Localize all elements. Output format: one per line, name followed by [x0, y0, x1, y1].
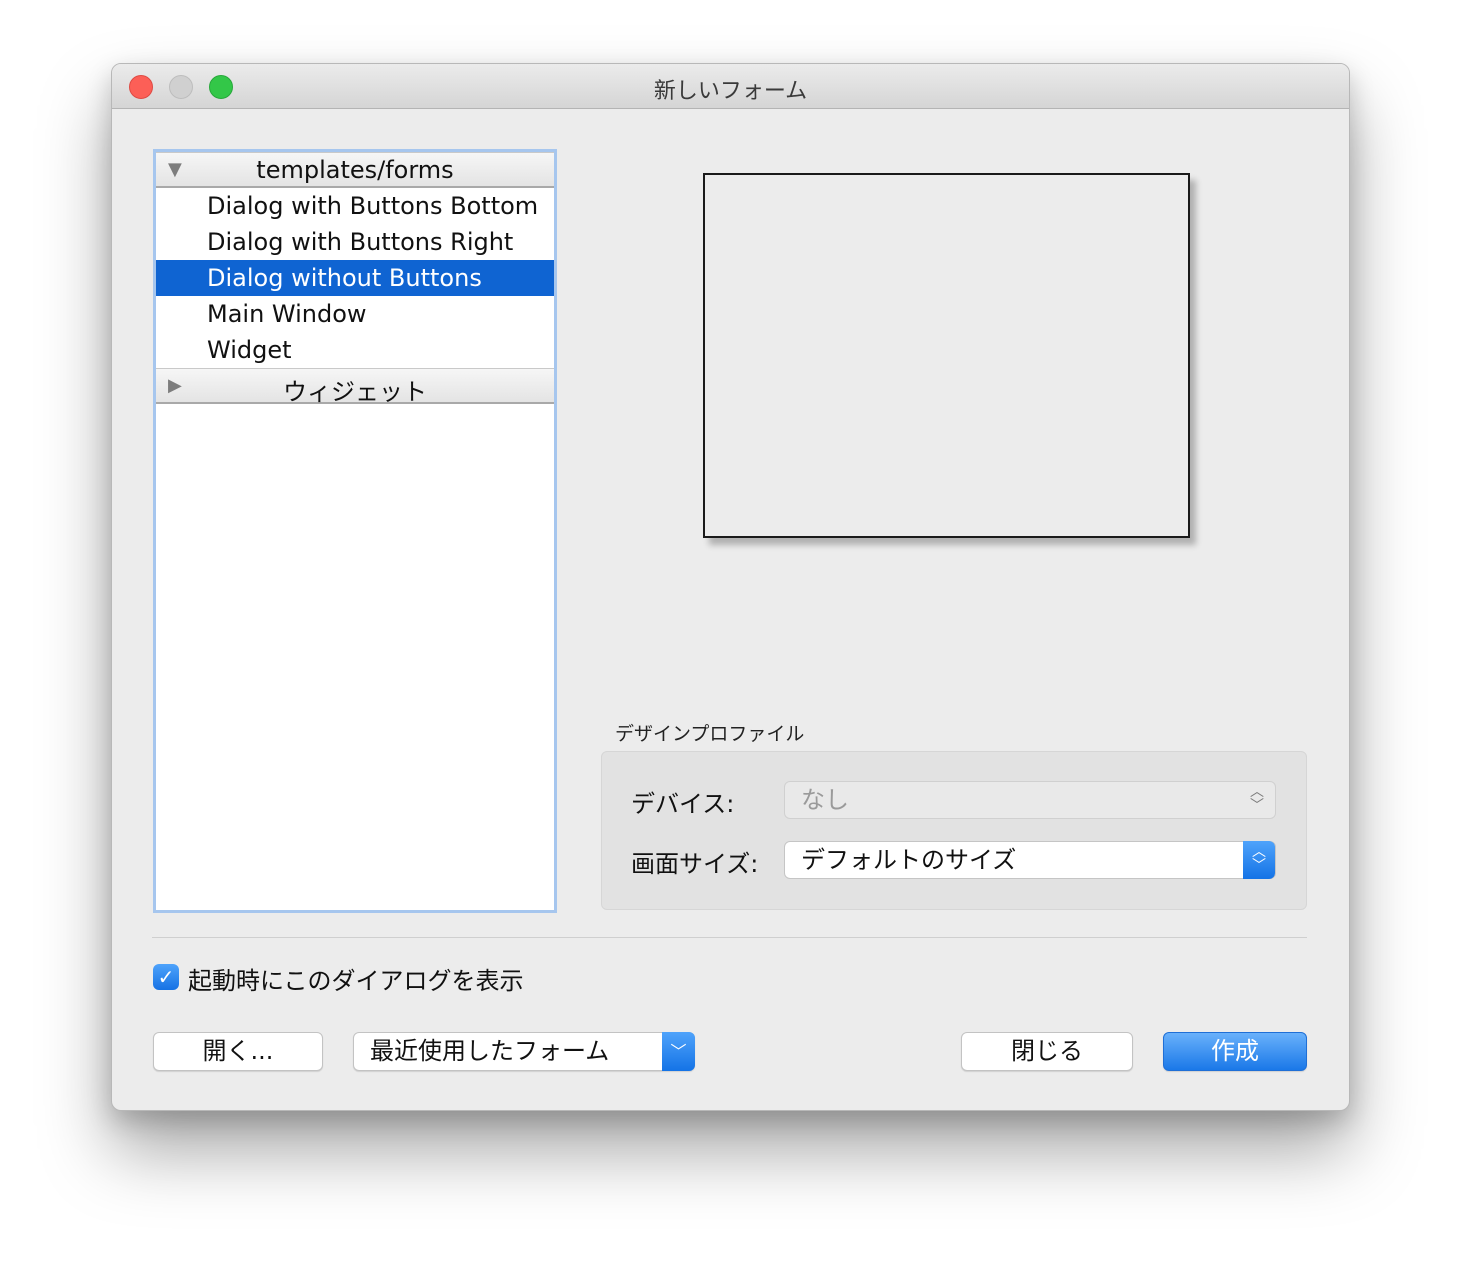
tree-item-dialog-without-buttons[interactable]: Dialog without Buttons	[156, 260, 554, 296]
separator	[152, 937, 1307, 938]
open-button[interactable]: 開く...	[153, 1032, 323, 1071]
show-on-startup-checkbox[interactable]: ✓	[153, 964, 179, 990]
device-value: なし	[801, 786, 849, 814]
title-bar: 新しいフォーム	[112, 64, 1349, 109]
device-select[interactable]: なし ︿ ﹀	[784, 781, 1276, 819]
tree-group-label: templates/forms	[256, 156, 454, 184]
tree-group-templates-forms[interactable]: ▼ templates/forms	[156, 152, 554, 188]
tree-item-dialog-buttons-right[interactable]: Dialog with Buttons Right	[156, 224, 554, 260]
updown-chevron-icon: ︿ ﹀	[1250, 784, 1264, 814]
tree-group-widgets[interactable]: ▶ ウィジェット	[156, 368, 554, 406]
tree-item-widget[interactable]: Widget	[156, 332, 554, 368]
show-on-startup-label[interactable]: 起動時にこのダイアログを表示	[188, 961, 524, 996]
screen-size-value: デフォルトのサイズ	[801, 846, 1017, 874]
screen-size-select[interactable]: デフォルトのサイズ ︿ ﹀	[784, 841, 1276, 879]
tree-item-dialog-buttons-bottom[interactable]: Dialog with Buttons Bottom	[156, 188, 554, 224]
window-title: 新しいフォーム	[653, 79, 808, 104]
chevron-down-icon[interactable]: ﹀	[662, 1032, 695, 1071]
design-profile-title: デザインプロファイル	[615, 723, 805, 745]
close-button[interactable]: 閉じる	[961, 1032, 1133, 1071]
checkmark-icon: ✓	[157, 965, 175, 989]
tree-group-label: ウィジェット	[283, 378, 427, 406]
screen-size-label: 画面サイズ:	[631, 850, 759, 878]
recent-forms-button[interactable]: 最近使用したフォーム ﹀	[353, 1032, 695, 1071]
recent-forms-label: 最近使用したフォーム	[370, 1037, 610, 1065]
design-profile-group: デバイス: なし ︿ ﹀ 画面サイズ: デフォルトのサイズ ︿ ﹀	[601, 751, 1307, 910]
updown-chevron-icon: ︿ ﹀	[1243, 841, 1275, 879]
template-tree[interactable]: ▼ templates/forms Dialog with Buttons Bo…	[153, 149, 557, 913]
tree-item-main-window[interactable]: Main Window	[156, 296, 554, 332]
device-label: デバイス:	[631, 790, 735, 818]
new-form-dialog: 新しいフォーム ▼ templates/forms Dialog with Bu…	[111, 63, 1350, 1111]
create-button[interactable]: 作成	[1163, 1032, 1307, 1071]
form-preview	[703, 173, 1190, 538]
